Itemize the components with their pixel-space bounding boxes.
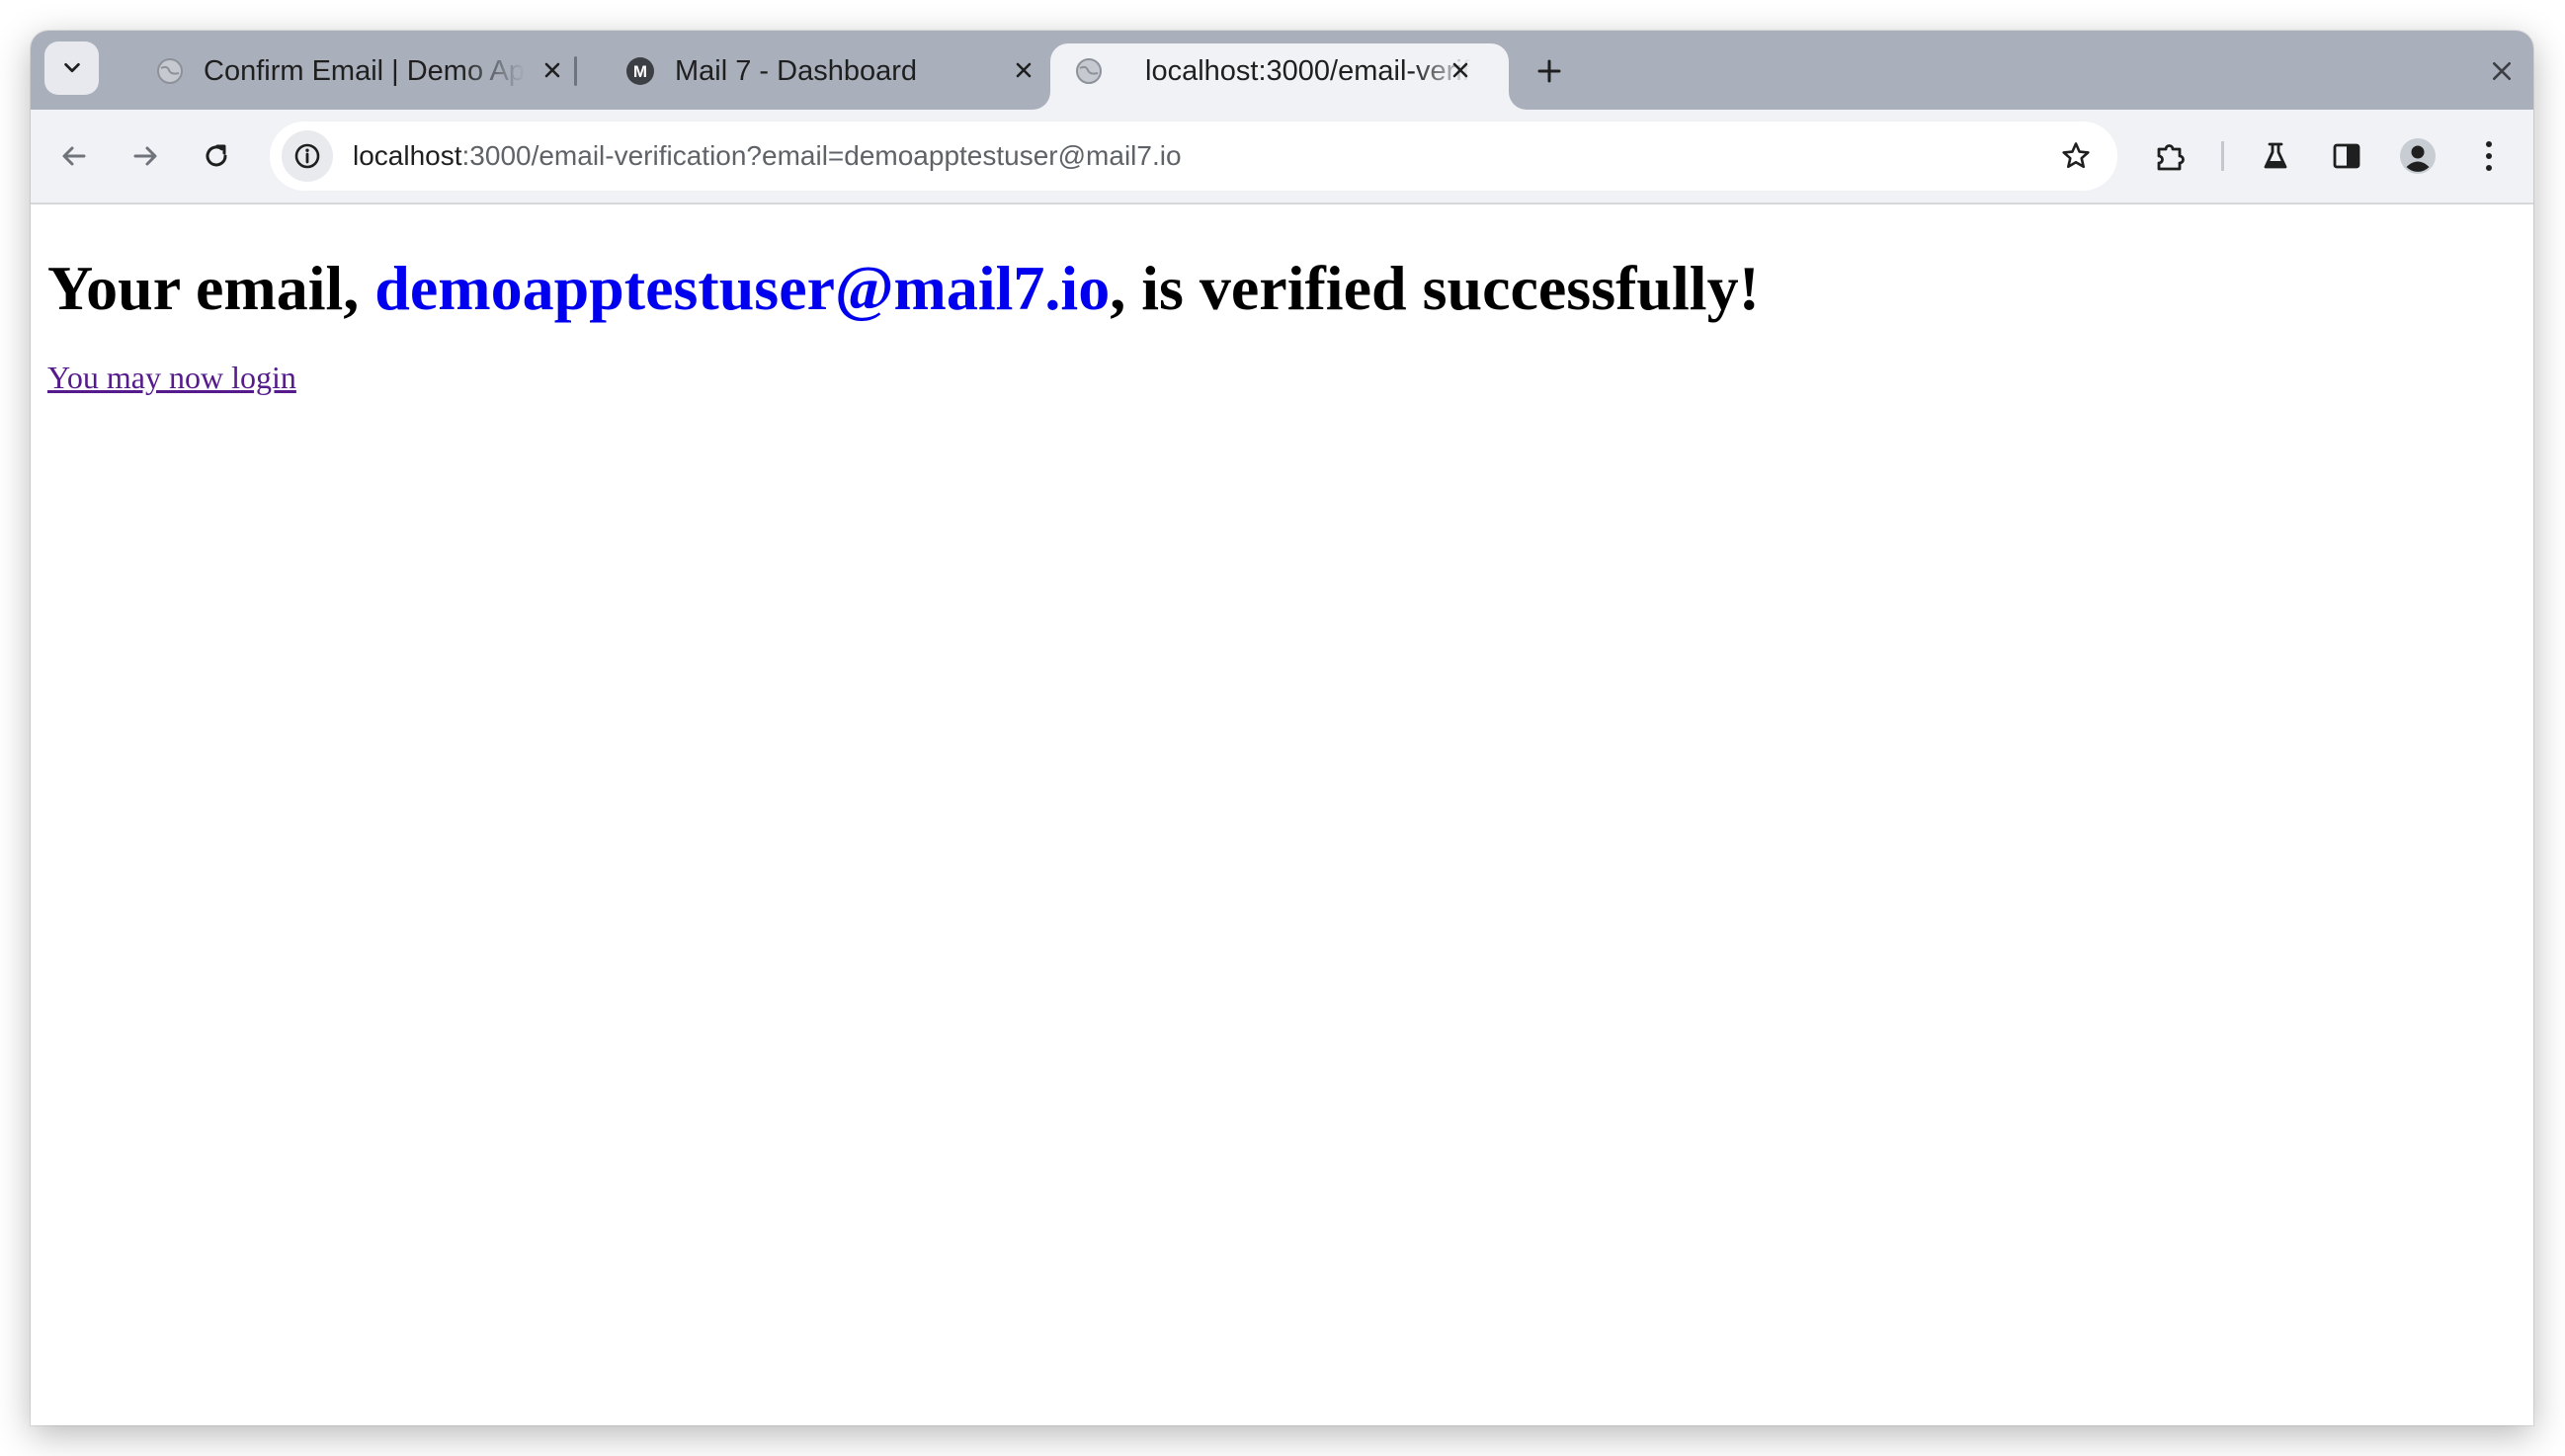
browser-menu-button[interactable] xyxy=(2461,128,2517,184)
svg-text:M: M xyxy=(633,62,647,81)
address-path: :3000/email-verification?email=demoappte… xyxy=(461,140,1182,171)
page-content: Your email, demoapptestuser@mail7.io, is… xyxy=(31,204,2533,1425)
side-panel-button[interactable] xyxy=(2319,128,2374,184)
tab-email-verification[interactable]: localhost:3000/email-verification xyxy=(1050,43,1509,110)
reload-button[interactable] xyxy=(189,128,244,184)
address-bar[interactable]: localhost:3000/email-verification?email=… xyxy=(270,121,2117,191)
arrow-right-icon xyxy=(130,141,160,171)
side-panel-icon xyxy=(2331,140,2362,172)
tab-title: localhost:3000/email-verification xyxy=(1145,55,1471,87)
address-url[interactable]: localhost:3000/email-verification?email=… xyxy=(353,140,1182,172)
address-host: localhost xyxy=(353,140,462,171)
kebab-menu-icon xyxy=(2483,139,2495,173)
tab-mail7-dashboard[interactable]: M Mail 7 - Dashboard xyxy=(594,31,1048,110)
mail7-logo-icon: M xyxy=(625,56,655,86)
back-button[interactable] xyxy=(46,128,102,184)
profile-button[interactable] xyxy=(2390,128,2445,184)
tab-title: Confirm Email | Demo App xyxy=(204,55,525,87)
browser-window: Confirm Email | Demo App M Mail 7 - Dash… xyxy=(31,31,2533,1425)
globe-icon xyxy=(1074,56,1104,86)
login-link[interactable]: You may now login xyxy=(47,360,296,396)
close-icon[interactable] xyxy=(536,53,569,87)
tab-title: Mail 7 - Dashboard xyxy=(675,55,917,87)
heading-prefix: Your email, xyxy=(47,253,375,323)
bookmark-button[interactable] xyxy=(2052,132,2100,180)
new-tab-button[interactable] xyxy=(1531,52,1568,90)
heading-suffix: , is verified successfully! xyxy=(1110,253,1760,323)
close-icon xyxy=(2491,60,2513,82)
verified-email: demoapptestuser@mail7.io xyxy=(374,253,1111,323)
info-icon xyxy=(292,141,322,171)
star-icon xyxy=(2060,140,2092,172)
close-window-button[interactable] xyxy=(2483,52,2521,90)
close-icon[interactable] xyxy=(1007,53,1040,87)
avatar-icon xyxy=(2398,136,2438,176)
globe-icon xyxy=(155,56,185,86)
flask-icon xyxy=(2260,140,2291,172)
tab-strip: Confirm Email | Demo App M Mail 7 - Dash… xyxy=(31,31,2533,110)
forward-button[interactable] xyxy=(118,128,173,184)
close-icon[interactable] xyxy=(1444,53,1477,87)
toolbar-divider xyxy=(2221,141,2224,171)
extensions-button[interactable] xyxy=(2143,128,2198,184)
labs-button[interactable] xyxy=(2248,128,2303,184)
chevron-down-icon xyxy=(61,57,83,79)
tab-confirm-email[interactable]: Confirm Email | Demo App xyxy=(120,31,594,110)
reload-icon xyxy=(202,141,231,171)
page-heading: Your email, demoapptestuser@mail7.io, is… xyxy=(47,252,1760,325)
plus-icon xyxy=(1536,58,1562,84)
tab-separator xyxy=(574,56,577,86)
site-info-button[interactable] xyxy=(282,130,333,182)
puzzle-icon xyxy=(2153,138,2189,174)
arrow-left-icon xyxy=(59,141,89,171)
browser-toolbar: localhost:3000/email-verification?email=… xyxy=(31,110,2533,204)
tab-search-button[interactable] xyxy=(44,41,99,95)
